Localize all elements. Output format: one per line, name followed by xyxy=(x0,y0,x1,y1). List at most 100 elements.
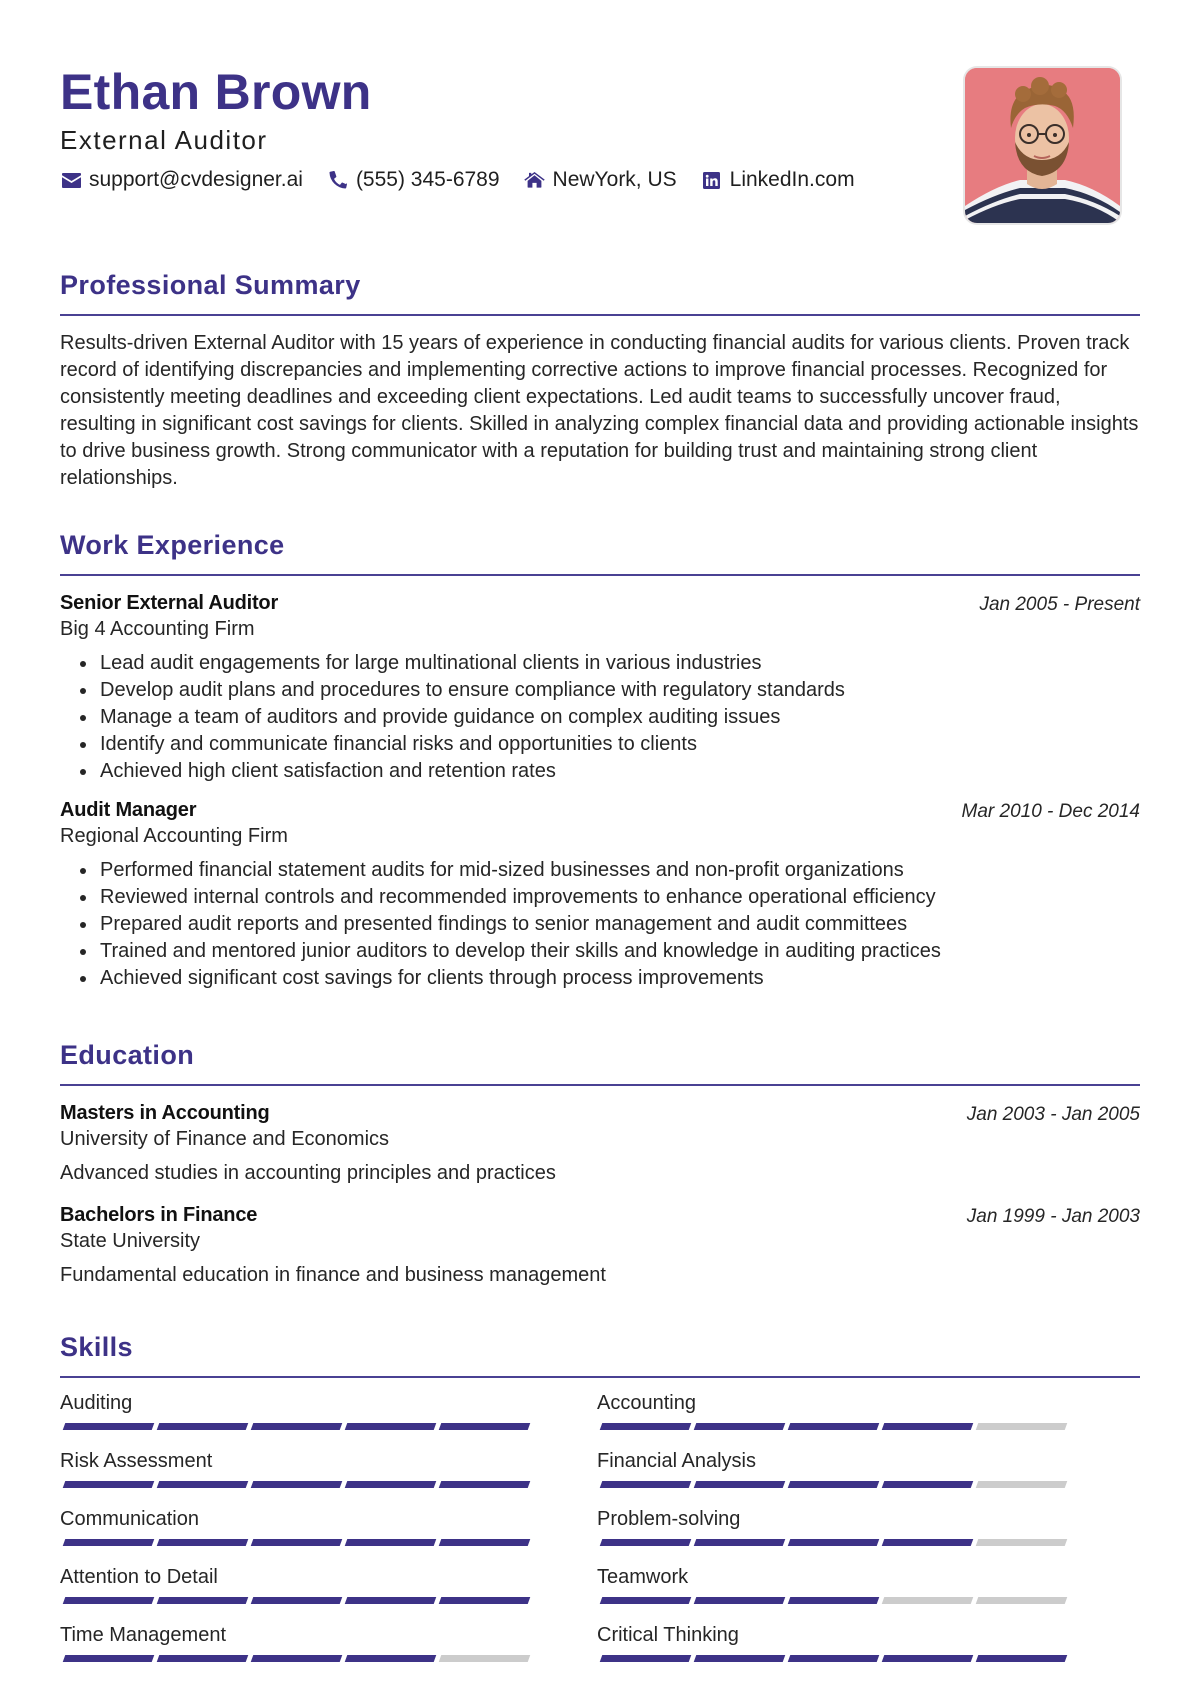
job-entry: Senior External Auditor Big 4 Accounting… xyxy=(60,590,1140,785)
skill-rating-bar xyxy=(597,1539,1140,1546)
skill-rating-bar xyxy=(597,1655,1140,1662)
skill-segment-empty xyxy=(438,1655,531,1662)
skill-segment-filled xyxy=(250,1423,343,1430)
skill-segment-filled xyxy=(787,1481,880,1488)
skill-segment-filled xyxy=(975,1655,1068,1662)
experience-heading: Work Experience xyxy=(60,530,285,560)
skill-segment-filled xyxy=(344,1481,437,1488)
skill-segment-filled xyxy=(881,1481,974,1488)
experience-section: Work Experience Senior External Auditor … xyxy=(60,528,1140,992)
skill-segment-filled xyxy=(438,1481,531,1488)
education-entry: Bachelors in Finance State University Ja… xyxy=(60,1202,1140,1288)
resume-header: Ethan Brown External Auditor support@cvd… xyxy=(60,0,1140,240)
skill-item: Teamwork xyxy=(597,1564,1140,1614)
skill-segment-empty xyxy=(975,1539,1068,1546)
skill-segment-filled xyxy=(438,1539,531,1546)
portrait-illustration xyxy=(965,68,1120,223)
skill-item: Attention to Detail xyxy=(60,1564,597,1614)
candidate-name: Ethan Brown xyxy=(60,64,372,120)
summary-heading: Professional Summary xyxy=(60,270,361,300)
education-dates: Jan 1999 - Jan 2003 xyxy=(966,1206,1140,1227)
job-bullet: Lead audit engagements for large multina… xyxy=(98,650,1140,677)
skill-rating-bar xyxy=(60,1655,597,1662)
skill-segment-filled xyxy=(787,1655,880,1662)
skill-item: Risk Assessment xyxy=(60,1448,597,1498)
job-bullet: Reviewed internal controls and recommend… xyxy=(98,884,1140,911)
skill-segment-empty xyxy=(975,1597,1068,1604)
skill-segment-filled xyxy=(787,1597,880,1604)
home-icon xyxy=(524,169,546,191)
candidate-title: External Auditor xyxy=(60,125,268,155)
school: University of Finance and Economics xyxy=(60,1128,390,1150)
section-divider xyxy=(60,574,1140,576)
skill-segment-filled xyxy=(881,1539,974,1546)
skill-segment-filled xyxy=(250,1539,343,1546)
skills-section: Skills Auditing Accounting Risk Assessment… xyxy=(60,1330,1140,1672)
skill-name: Attention to Detail xyxy=(60,1566,218,1588)
skill-item: Problem-solving xyxy=(597,1506,1140,1556)
skill-segment-filled xyxy=(599,1481,692,1488)
skill-segment-filled xyxy=(787,1423,880,1430)
skill-name: Financial Analysis xyxy=(597,1450,756,1472)
job-bullet: Prepared audit reports and presented fin… xyxy=(98,911,1140,938)
skill-segment-filled xyxy=(881,1655,974,1662)
skill-rating-bar xyxy=(60,1423,597,1430)
contact-linkedin-text: LinkedIn.com xyxy=(729,168,855,191)
skill-segment-filled xyxy=(62,1539,155,1546)
skill-segment-filled xyxy=(599,1539,692,1546)
skill-segment-empty xyxy=(975,1423,1068,1430)
skill-name: Problem-solving xyxy=(597,1508,741,1530)
job-company: Regional Accounting Firm xyxy=(60,825,288,847)
resume-page: Ethan Brown External Auditor support@cvd… xyxy=(60,0,1140,1662)
skill-segment-filled xyxy=(344,1655,437,1662)
skill-segment-filled xyxy=(156,1655,249,1662)
contact-email[interactable]: support@cvdesigner.ai xyxy=(60,168,303,192)
skill-name: Time Management xyxy=(60,1624,226,1646)
skill-segment-filled xyxy=(156,1597,249,1604)
skill-item: Communication xyxy=(60,1506,597,1556)
linkedin-icon xyxy=(701,169,723,191)
skill-segment-filled xyxy=(693,1539,786,1546)
job-bullet: Manage a team of auditors and provide gu… xyxy=(98,704,1140,731)
skill-item: Time Management xyxy=(60,1622,597,1672)
contact-linkedin[interactable]: LinkedIn.com xyxy=(701,168,855,192)
skill-segment-filled xyxy=(693,1481,786,1488)
section-divider xyxy=(60,1084,1140,1086)
skill-item: Accounting xyxy=(597,1390,1140,1440)
skill-name: Communication xyxy=(60,1508,199,1530)
skill-segment-filled xyxy=(250,1655,343,1662)
summary-section: Professional Summary Results-driven Exte… xyxy=(60,268,1140,492)
job-dates: Jan 2005 - Present xyxy=(979,594,1140,615)
skill-segment-filled xyxy=(693,1423,786,1430)
skill-name: Auditing xyxy=(60,1392,133,1414)
skill-segment-filled xyxy=(787,1539,880,1546)
job-bullets: Performed financial statement audits for… xyxy=(60,857,1140,992)
skills-heading: Skills xyxy=(60,1332,133,1362)
skill-segment-filled xyxy=(62,1597,155,1604)
school: State University xyxy=(60,1230,201,1252)
skill-item: Auditing xyxy=(60,1390,597,1440)
education-description: Advanced studies in accounting principle… xyxy=(60,1162,556,1184)
job-bullet: Achieved significant cost savings for cl… xyxy=(98,965,1140,992)
skill-segment-empty xyxy=(975,1481,1068,1488)
skill-name: Critical Thinking xyxy=(597,1624,739,1646)
contact-phone[interactable]: (555) 345-6789 xyxy=(327,168,500,192)
contact-location[interactable]: NewYork, US xyxy=(524,168,677,192)
job-entry: Audit Manager Regional Accounting Firm M… xyxy=(60,797,1140,992)
skill-segment-filled xyxy=(881,1423,974,1430)
job-bullets: Lead audit engagements for large multina… xyxy=(60,650,1140,785)
skill-segment-filled xyxy=(250,1597,343,1604)
skill-rating-bar xyxy=(597,1481,1140,1488)
job-bullet: Performed financial statement audits for… xyxy=(98,857,1140,884)
skill-segment-filled xyxy=(693,1597,786,1604)
job-company: Big 4 Accounting Firm xyxy=(60,618,255,640)
skill-rating-bar xyxy=(597,1597,1140,1604)
skill-item: Financial Analysis xyxy=(597,1448,1140,1498)
job-bullet: Achieved high client satisfaction and re… xyxy=(98,758,1140,785)
section-divider xyxy=(60,314,1140,316)
skill-segment-filled xyxy=(250,1481,343,1488)
skill-segment-filled xyxy=(599,1423,692,1430)
skill-segment-empty xyxy=(881,1597,974,1604)
job-bullet: Identify and communicate financial risks… xyxy=(98,731,1140,758)
skill-rating-bar xyxy=(60,1481,597,1488)
